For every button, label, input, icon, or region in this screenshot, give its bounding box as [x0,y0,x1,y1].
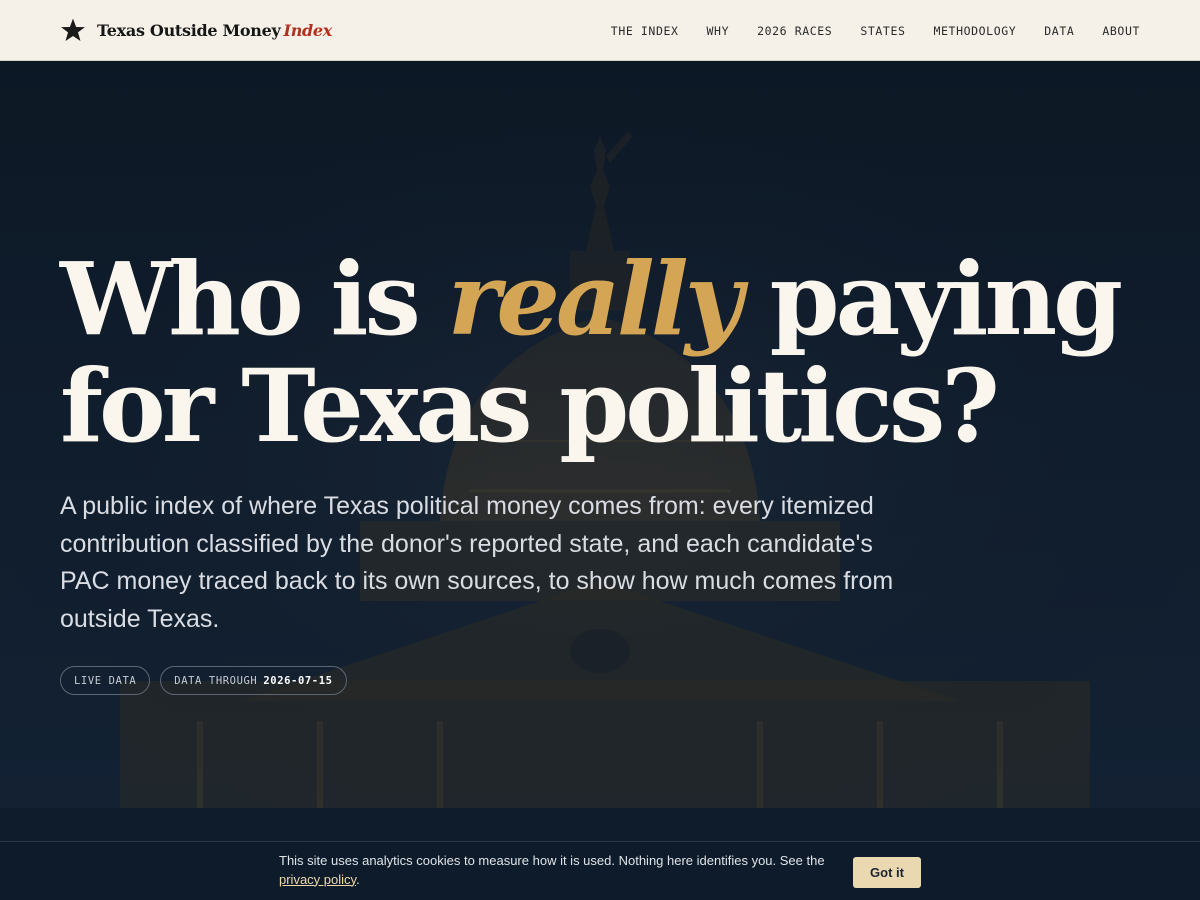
nav-why[interactable]: WHY [707,24,730,38]
hero-section: Who is really paying for Texas politics?… [0,61,1200,808]
main-nav: THE INDEX WHY 2026 RACES STATES METHODOL… [611,0,1140,61]
data-through-date: 2026-07-15 [263,674,333,687]
privacy-policy-link[interactable]: privacy policy [279,872,356,887]
brand-logo[interactable]: Texas Outside Money Index [60,15,332,45]
nav-the-index[interactable]: THE INDEX [611,24,679,38]
nav-methodology[interactable]: METHODOLOGY [934,24,1017,38]
brand-accent: Index [283,20,333,40]
site-header: Texas Outside Money Index THE INDEX WHY 2… [0,0,1200,61]
nav-2026-races[interactable]: 2026 RACES [757,24,832,38]
nav-states[interactable]: STATES [860,24,905,38]
nav-about[interactable]: ABOUT [1102,24,1140,38]
brand-name: Texas Outside Money Index [97,20,333,40]
live-data-badge: LIVE DATA [60,666,151,695]
hero-content: Who is really paying for Texas politics?… [60,246,1150,695]
nav-data[interactable]: DATA [1044,24,1074,38]
cookie-accept-button[interactable]: Got it [853,857,921,888]
data-through-badge: DATA THROUGH 2026-07-15 [160,666,347,695]
cookie-message: This site uses analytics cookies to meas… [279,853,825,887]
cookie-banner: This site uses analytics cookies to meas… [0,841,1200,900]
hero-title: Who is really paying for Texas politics? [60,240,1123,465]
star-icon [61,18,85,42]
hero-title-accent: really [447,240,743,358]
hero-lede: A public index of where Texas political … [60,492,894,633]
hero-badges: LIVE DATA DATA THROUGH 2026-07-15 [60,666,1150,695]
